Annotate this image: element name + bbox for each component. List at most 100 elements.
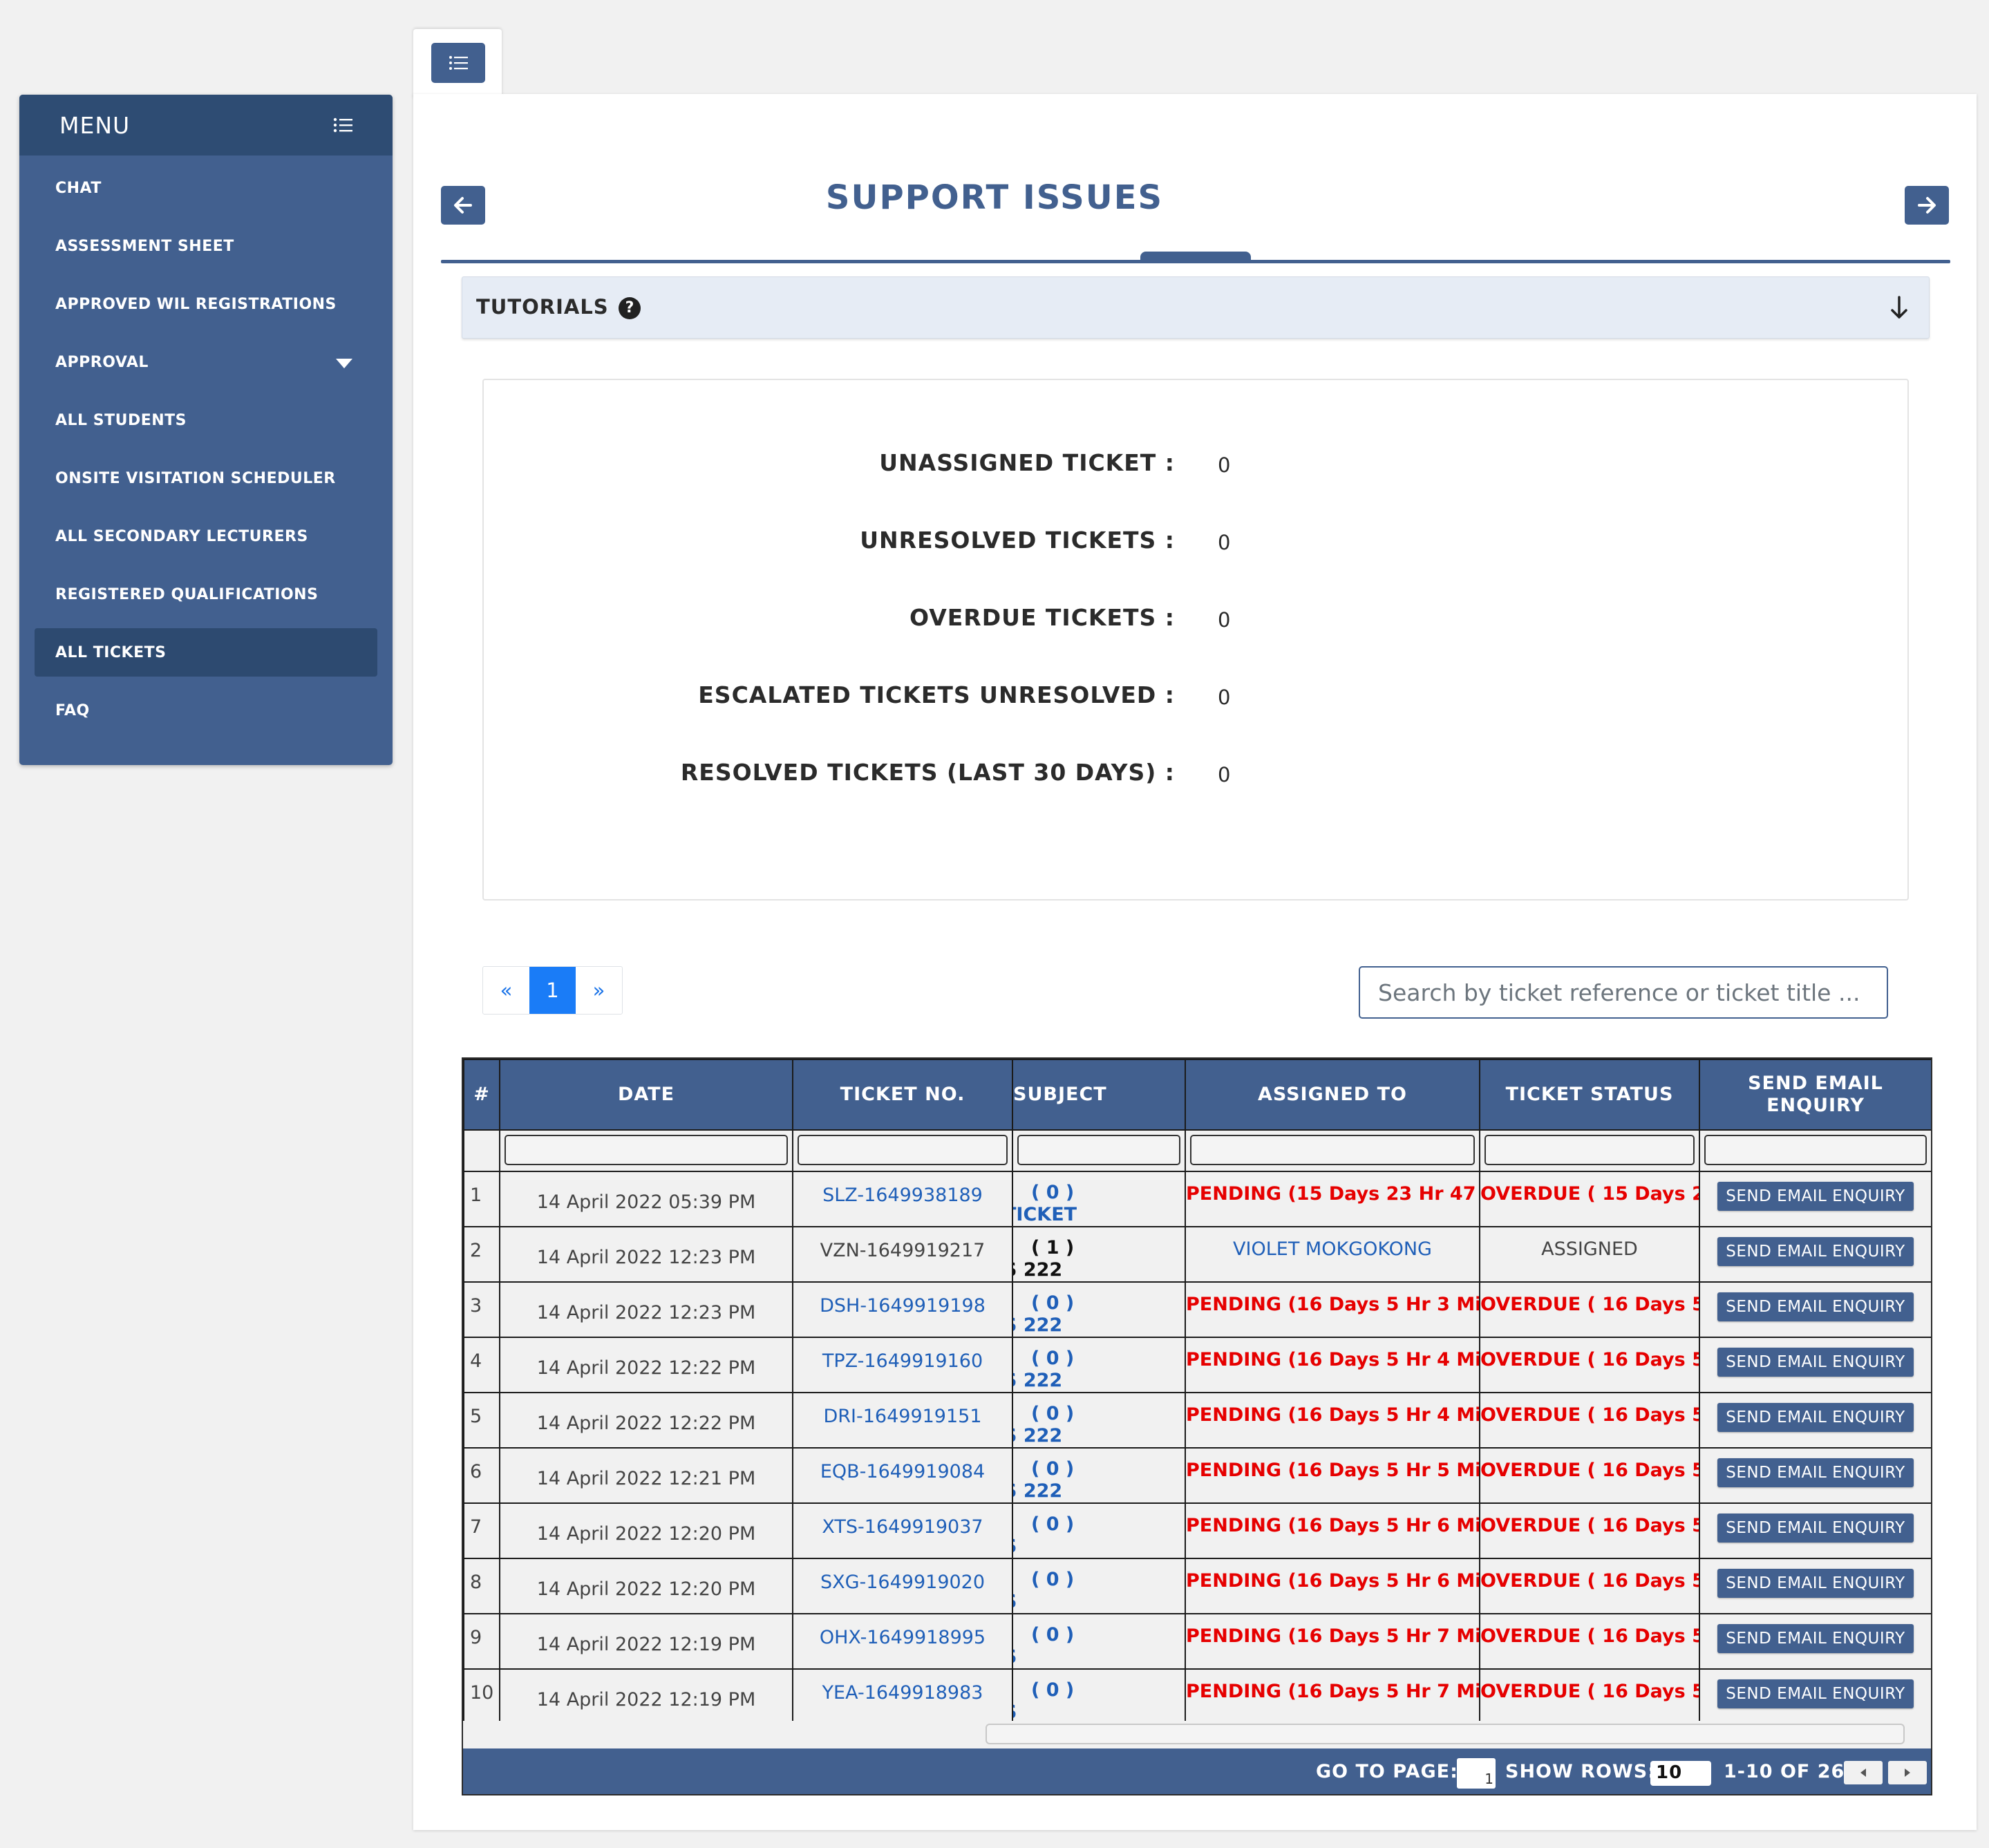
send-filter-input[interactable] <box>1704 1135 1927 1165</box>
row-date: 14 April 2022 12:20 PM <box>499 1558 793 1614</box>
row-subject[interactable]: ( 0 )TICKET <box>1012 1171 1186 1227</box>
send-email-enquiry-button[interactable]: SEND EMAIL ENQUIRY <box>1717 1403 1914 1432</box>
tutorials-accordion[interactable]: TUTORIALS ? <box>462 276 1930 339</box>
page-title: SUPPORT ISSUES <box>825 178 1164 217</box>
row-assigned-to[interactable]: VIOLET MOKGOKONG <box>1185 1227 1480 1283</box>
subject-comment-count: ( 0 ) <box>1031 1679 1075 1701</box>
send-email-enquiry-button[interactable]: SEND EMAIL ENQUIRY <box>1717 1569 1914 1598</box>
scrollbar-thumb[interactable] <box>986 1724 1905 1744</box>
table-row[interactable]: 3 14 April 2022 12:23 PM DSH-1649919198( 0… <box>463 1282 1931 1338</box>
sidebar-item-onsite-visitation-scheduler[interactable]: ONSITE VISITATION SCHEDULER <box>35 454 377 502</box>
column-header-send-email-enquiry[interactable]: SEND EMAIL ENQUIRY <box>1699 1059 1931 1131</box>
ticket-number-link[interactable]: DSH-1649919198 <box>792 1282 1013 1338</box>
caret-down-icon[interactable] <box>336 359 352 368</box>
table-row[interactable]: 4 14 April 2022 12:22 PM TPZ-1649919160( 0… <box>463 1337 1931 1393</box>
ticket-filter-input[interactable] <box>798 1135 1008 1165</box>
ticket-number-link[interactable]: YEA-1649918983 <box>792 1669 1013 1725</box>
send-email-enquiry-button[interactable]: SEND EMAIL ENQUIRY <box>1717 1182 1914 1211</box>
send-email-enquiry-button[interactable]: SEND EMAIL ENQUIRY <box>1717 1514 1914 1543</box>
ticket-number-link[interactable]: DRI-1649919151 <box>792 1393 1013 1449</box>
filter-cell <box>1479 1129 1700 1172</box>
column-header-date[interactable]: DATE <box>499 1059 793 1131</box>
row-range-text: 1-10 OF 26 <box>1724 1761 1845 1782</box>
column-header-ticket-status[interactable]: TICKET STATUS <box>1479 1059 1700 1131</box>
pagination-page-1[interactable]: 1 <box>529 967 576 1014</box>
send-email-enquiry-button[interactable]: SEND EMAIL ENQUIRY <box>1717 1624 1914 1653</box>
ticket-number-link[interactable]: EQB-1649919084 <box>792 1448 1013 1504</box>
table-footer: GO TO PAGE: 1 SHOW ROWS: 10 1-10 OF 26 <box>463 1748 1931 1794</box>
sidebar-item-registered-qualifications[interactable]: REGISTERED QUALIFICATIONS <box>35 570 377 619</box>
column-header-number[interactable]: # <box>463 1059 500 1131</box>
column-header-assigned-to[interactable]: ASSIGNED TO <box>1185 1059 1480 1131</box>
row-subject[interactable]: ( 0 )S <box>1012 1503 1186 1559</box>
ticket-number-link[interactable]: OHX-1649918995 <box>792 1614 1013 1670</box>
show-rows-select[interactable]: 10 <box>1650 1761 1711 1786</box>
table-row[interactable]: 6 14 April 2022 12:21 PM EQB-1649919084( 0… <box>463 1448 1931 1504</box>
next-rows-button[interactable] <box>1888 1761 1927 1784</box>
table-row[interactable]: 5 14 April 2022 12:22 PM DRI-1649919151( 0… <box>463 1393 1931 1449</box>
sidebar-item-all-secondary-lecturers[interactable]: ALL SECONDARY LECTURERS <box>35 512 377 560</box>
sidebar-item-all-students[interactable]: ALL STUDENTS <box>35 396 377 444</box>
ticket-number-link[interactable]: VZN-1649919217 <box>792 1227 1013 1283</box>
help-icon[interactable]: ? <box>619 297 641 319</box>
send-email-enquiry-button[interactable]: SEND EMAIL ENQUIRY <box>1717 1237 1914 1266</box>
pagination-next[interactable]: » <box>576 967 622 1014</box>
send-email-enquiry-button[interactable]: SEND EMAIL ENQUIRY <box>1717 1458 1914 1487</box>
subject-comment-count: ( 0 ) <box>1031 1569 1075 1590</box>
list-icon[interactable] <box>333 117 352 133</box>
send-email-enquiry-button[interactable]: SEND EMAIL ENQUIRY <box>1717 1679 1914 1708</box>
table-row[interactable]: 9 14 April 2022 12:19 PM OHX-1649918995( 0… <box>463 1614 1931 1670</box>
row-subject[interactable]: ( 1 )S 222 <box>1012 1227 1186 1283</box>
row-assigned-to: PENDING (16 Days 5 Hr 3 Min) <box>1185 1282 1480 1338</box>
table-row[interactable]: 10 14 April 2022 12:19 PM YEA-1649918983( … <box>463 1669 1931 1725</box>
subject-filter-input[interactable] <box>1017 1135 1180 1165</box>
row-ticket-status: OVERDUE ( 16 Days 5 Hr ) <box>1479 1503 1700 1559</box>
goto-page-input[interactable]: 1 <box>1457 1758 1496 1789</box>
ticket-number-link[interactable]: TPZ-1649919160 <box>792 1337 1013 1393</box>
previous-rows-button[interactable] <box>1844 1761 1883 1784</box>
arrow-down-icon[interactable] <box>1889 295 1910 320</box>
subject-text: TICKET <box>1014 1204 1077 1225</box>
row-send-cell: SEND EMAIL ENQUIRY <box>1699 1171 1931 1227</box>
table-row[interactable]: 8 14 April 2022 12:20 PM SXG-1649919020( 0… <box>463 1558 1931 1614</box>
list-icon <box>449 56 468 70</box>
sidebar-item-label: ASSESSMENT SHEET <box>55 237 234 255</box>
sidebar-item-assessment-sheet[interactable]: ASSESSMENT SHEET <box>35 222 377 270</box>
row-subject[interactable]: ( 0 )S 222 <box>1012 1337 1186 1393</box>
sidebar-item-faq[interactable]: FAQ <box>35 686 377 735</box>
table-row[interactable]: 2 14 April 2022 12:23 PM VZN-1649919217( 1… <box>463 1227 1931 1283</box>
row-subject[interactable]: ( 0 )S <box>1012 1614 1186 1670</box>
column-header-ticket-no[interactable]: TICKET NO. <box>792 1059 1013 1131</box>
row-subject[interactable]: ( 0 )S <box>1012 1669 1186 1725</box>
ticket-number-link[interactable]: SLZ-1649938189 <box>792 1171 1013 1227</box>
row-subject[interactable]: ( 0 )S 222 <box>1012 1448 1186 1504</box>
column-header-subject[interactable]: SUBJECT <box>1012 1059 1186 1131</box>
row-subject[interactable]: ( 0 )S 222 <box>1012 1282 1186 1338</box>
row-send-cell: SEND EMAIL ENQUIRY <box>1699 1393 1931 1449</box>
row-assigned-to: PENDING (16 Days 5 Hr 4 Min) <box>1185 1337 1480 1393</box>
menu-toggle-button[interactable] <box>431 43 485 83</box>
ticket-number-link[interactable]: XTS-1649919037 <box>792 1503 1013 1559</box>
horizontal-scrollbar[interactable] <box>463 1721 1931 1747</box>
table-row[interactable]: 1 14 April 2022 05:39 PM SLZ-1649938189( 0… <box>463 1171 1931 1227</box>
caret-right-icon <box>1905 1769 1910 1777</box>
pagination-prev[interactable]: « <box>483 967 529 1014</box>
row-subject[interactable]: ( 0 )S 222 <box>1012 1393 1186 1449</box>
search-input[interactable] <box>1359 966 1888 1019</box>
sidebar-items: CHAT ASSESSMENT SHEET APPROVED WIL REGIS… <box>19 155 393 735</box>
ticket-number-link[interactable]: SXG-1649919020 <box>792 1558 1013 1614</box>
sidebar-item-approval[interactable]: APPROVAL <box>35 338 377 386</box>
send-email-enquiry-button[interactable]: SEND EMAIL ENQUIRY <box>1717 1348 1914 1377</box>
sidebar-item-all-tickets[interactable]: ALL TICKETS <box>35 628 377 677</box>
row-subject[interactable]: ( 0 )S <box>1012 1558 1186 1614</box>
table-row[interactable]: 7 14 April 2022 12:20 PM XTS-1649919037( 0… <box>463 1503 1931 1559</box>
row-number: 9 <box>463 1614 500 1670</box>
row-assigned-to: PENDING (16 Days 5 Hr 6 Min) <box>1185 1503 1480 1559</box>
sidebar-item-approved-wil-registrations[interactable]: APPROVED WIL REGISTRATIONS <box>35 280 377 328</box>
send-email-enquiry-button[interactable]: SEND EMAIL ENQUIRY <box>1717 1292 1914 1321</box>
status-filter-input[interactable] <box>1484 1135 1695 1165</box>
assigned-filter-input[interactable] <box>1190 1135 1475 1165</box>
row-ticket-status: OVERDUE ( 16 Days 5 Hr ) <box>1479 1282 1700 1338</box>
row-ticket-status: OVERDUE ( 16 Days 5 Hr ) <box>1479 1558 1700 1614</box>
date-filter-input[interactable] <box>505 1135 788 1165</box>
